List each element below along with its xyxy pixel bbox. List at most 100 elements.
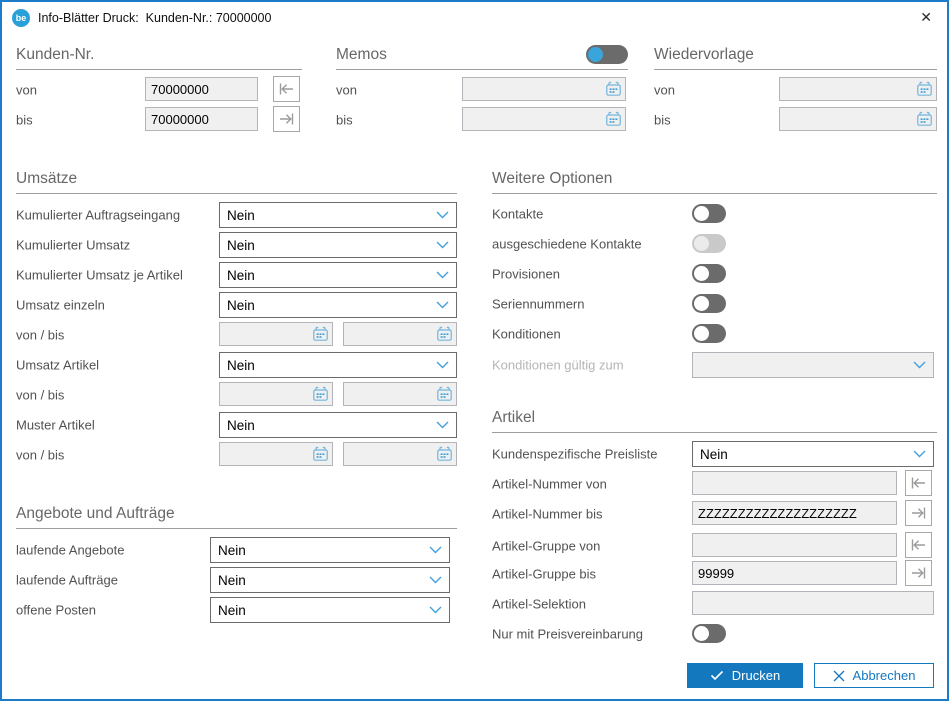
umsatz-artikel-bis-date-input[interactable] xyxy=(343,382,457,406)
arrow-to-first-icon xyxy=(278,82,295,96)
wiedervorlage-bis-date-input[interactable] xyxy=(779,107,937,131)
artikel-nummer-first-button[interactable] xyxy=(905,470,932,496)
artikel-nummer-bis-input[interactable]: ZZZZZZZZZZZZZZZZZZZZ xyxy=(692,501,897,525)
offene-posten-select[interactable]: Nein xyxy=(210,597,450,623)
artikel-nummer-von-label: Artikel-Nummer von xyxy=(492,477,607,492)
muster-artikel-label: Muster Artikel xyxy=(16,418,95,433)
provisionen-toggle[interactable] xyxy=(692,264,726,283)
wiedervorlage-von-date-input[interactable] xyxy=(779,77,937,101)
memos-bis-date-input[interactable] xyxy=(462,107,626,131)
kunden-nr-von-value: 70000000 xyxy=(151,82,209,97)
section-title-umsaetze: Umsätze xyxy=(16,170,457,194)
seriennummern-label: Seriennummern xyxy=(492,296,585,311)
artikel-selektion-label: Artikel-Selektion xyxy=(492,597,586,612)
ausgeschiedene-kontakte-toggle xyxy=(692,234,726,253)
artikel-gruppe-first-button[interactable] xyxy=(905,532,932,558)
memos-toggle[interactable] xyxy=(586,45,628,64)
calendar-icon[interactable] xyxy=(312,446,329,462)
offene-posten-label: offene Posten xyxy=(16,603,96,618)
toggle-knob xyxy=(694,206,709,221)
arrow-to-first-icon xyxy=(910,538,927,552)
kumulierter-umsatz-select[interactable]: Nein xyxy=(219,232,457,258)
artikel-nummer-last-button[interactable] xyxy=(905,500,932,526)
drucken-button[interactable]: Drucken xyxy=(687,663,803,688)
chevron-down-icon xyxy=(436,241,449,249)
kundenspezifische-preisliste-select[interactable]: Nein xyxy=(692,441,934,467)
section-memos: Memos von bis xyxy=(336,46,628,70)
section-title-wiedervorlage: Wiedervorlage xyxy=(654,46,937,70)
artikel-gruppe-last-button[interactable] xyxy=(905,560,932,586)
artikel-selektion-row: Artikel-Selektion xyxy=(492,591,937,617)
nur-mit-preisvereinbarung-label: Nur mit Preisvereinbarung xyxy=(492,626,643,641)
nur-mit-preisvereinbarung-toggle[interactable] xyxy=(692,624,726,643)
konditionen-label: Konditionen xyxy=(492,326,561,341)
artikel-nummer-bis-value: ZZZZZZZZZZZZZZZZZZZZ xyxy=(698,506,857,521)
umsatz-artikel-von-date-input[interactable] xyxy=(219,382,333,406)
close-icon[interactable]: ✕ xyxy=(920,9,932,25)
artikel-gruppe-von-row: Artikel-Gruppe von xyxy=(492,533,937,559)
laufende-angebote-select[interactable]: Nein xyxy=(210,537,450,563)
artikel-gruppe-von-input[interactable] xyxy=(692,533,897,557)
artikel-selektion-input[interactable] xyxy=(692,591,934,615)
muster-artikel-select[interactable]: Nein xyxy=(219,412,457,438)
muster-artikel-vonbis-row: von / bis xyxy=(16,442,457,468)
kundenspezifische-preisliste-label: Kundenspezifische Preisliste xyxy=(492,447,657,462)
seriennummern-toggle[interactable] xyxy=(692,294,726,313)
arrow-to-last-icon xyxy=(278,112,295,126)
wiedervorlage-bis-label: bis xyxy=(654,113,671,128)
window-title: Info-Blätter Druck: Kunden-Nr.: 70000000 xyxy=(38,11,271,25)
kunden-nr-bis-value: 70000000 xyxy=(151,112,209,127)
toggle-knob xyxy=(694,266,709,281)
calendar-icon[interactable] xyxy=(312,326,329,342)
kunden-nr-bis-label: bis xyxy=(16,113,33,128)
chevron-down-icon xyxy=(429,546,442,554)
ausgeschiedene-kontakte-row: ausgeschiedene Kontakte xyxy=(492,234,937,253)
artikel-nummer-von-input[interactable] xyxy=(692,471,897,495)
konditionen-toggle[interactable] xyxy=(692,324,726,343)
chevron-down-icon xyxy=(913,361,926,369)
chevron-down-icon xyxy=(429,606,442,614)
konditionen-gueltig-zum-label: Konditionen gültig zum xyxy=(492,358,624,373)
memos-bis-label: bis xyxy=(336,113,353,128)
calendar-icon[interactable] xyxy=(605,111,622,127)
abbrechen-button[interactable]: Abbrechen xyxy=(814,663,934,688)
toggle-knob xyxy=(694,296,709,311)
umsatz-einzeln-von-date-input[interactable] xyxy=(219,322,333,346)
artikel-gruppe-bis-input[interactable]: 99999 xyxy=(692,561,897,585)
umsatz-einzeln-select[interactable]: Nein xyxy=(219,292,457,318)
chevron-down-icon xyxy=(436,421,449,429)
umsatz-artikel-select[interactable]: Nein xyxy=(219,352,457,378)
jump-to-first-button[interactable] xyxy=(273,76,300,102)
calendar-icon[interactable] xyxy=(436,446,453,462)
chevron-down-icon xyxy=(436,211,449,219)
kontakte-label: Kontakte xyxy=(492,206,543,221)
vonbis-label: von / bis xyxy=(16,448,64,463)
calendar-icon[interactable] xyxy=(436,326,453,342)
kundenspezifische-preisliste-row: Kundenspezifische Preisliste Nein xyxy=(492,441,937,467)
calendar-icon[interactable] xyxy=(916,111,933,127)
kunden-nr-von-input[interactable]: 70000000 xyxy=(145,77,258,101)
calendar-icon[interactable] xyxy=(436,386,453,402)
muster-artikel-bis-date-input[interactable] xyxy=(343,442,457,466)
laufende-auftraege-select[interactable]: Nein xyxy=(210,567,450,593)
section-angebote: Angebote und Aufträge laufende Angebote … xyxy=(16,505,457,529)
kunden-nr-bis-input[interactable]: 70000000 xyxy=(145,107,258,131)
provisionen-label: Provisionen xyxy=(492,266,560,281)
calendar-icon[interactable] xyxy=(312,386,329,402)
toggle-knob xyxy=(694,326,709,341)
nur-mit-preisvereinbarung-row: Nur mit Preisvereinbarung xyxy=(492,624,937,643)
calendar-icon[interactable] xyxy=(916,81,933,97)
kontakte-toggle[interactable] xyxy=(692,204,726,223)
umsatz-einzeln-bis-date-input[interactable] xyxy=(343,322,457,346)
memos-von-date-input[interactable] xyxy=(462,77,626,101)
select-value: Nein xyxy=(227,238,436,253)
calendar-icon[interactable] xyxy=(605,81,622,97)
jump-to-last-button[interactable] xyxy=(273,106,300,132)
kunden-nr-von-label: von xyxy=(16,83,37,98)
muster-artikel-von-date-input[interactable] xyxy=(219,442,333,466)
toggle-knob xyxy=(588,47,603,62)
laufende-angebote-label: laufende Angebote xyxy=(16,543,124,558)
kumulierter-umsatz-je-artikel-select[interactable]: Nein xyxy=(219,262,457,288)
section-weitere-optionen: Weitere Optionen Kontakte ausgeschiedene… xyxy=(492,170,937,194)
kumulierter-auftragseingang-select[interactable]: Nein xyxy=(219,202,457,228)
